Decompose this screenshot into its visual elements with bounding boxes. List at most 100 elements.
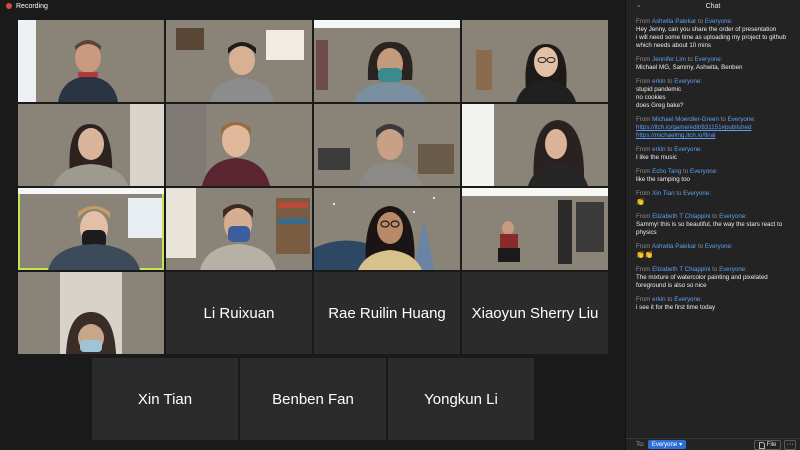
sender-name[interactable]: erkin <box>652 296 665 303</box>
participant-video <box>18 188 164 270</box>
chat-footer: To: Everyone ▾ File ··· <box>626 438 800 450</box>
video-tile[interactable] <box>166 104 312 186</box>
chat-message: From Michael Moerdler-Green to Everyone:… <box>636 116 796 140</box>
recipient-name: Everyone <box>704 243 731 250</box>
video-tile[interactable] <box>166 188 312 270</box>
participant-video <box>314 20 460 102</box>
recipient-name: Everyone <box>694 56 721 63</box>
sender-name[interactable]: Michael Moerdler-Green <box>652 116 719 123</box>
message-link[interactable]: https://michaelmg.itch.io/final <box>636 132 796 140</box>
chat-message: From erkin to Everyone: i see it for the… <box>636 296 796 312</box>
recipient-dropdown[interactable]: Everyone ▾ <box>648 440 686 449</box>
to-label: To: <box>636 441 645 448</box>
recipient-name: Everyone <box>704 18 731 25</box>
message-text: i will need some time as uploading my pr… <box>636 34 786 41</box>
message-text: Michael MG, Sammy, Ashwita, Benben <box>636 64 743 71</box>
recipient-name: Everyone <box>719 213 746 220</box>
chat-header: ⌄ Chat <box>626 0 800 12</box>
message-text: foreground is also so nice <box>636 282 707 289</box>
video-tile[interactable] <box>18 20 164 102</box>
recording-label: Recording <box>16 2 48 10</box>
participant-video <box>462 104 588 186</box>
chat-message: From Ashwita Palekar to Everyone: Hey Je… <box>636 18 796 50</box>
recording-indicator: Recording <box>6 0 48 12</box>
more-options-button[interactable]: ··· <box>784 440 796 450</box>
recording-dot-icon <box>6 3 12 9</box>
participant-name-tile[interactable]: Rae Ruilin Huang <box>314 272 460 354</box>
video-tile[interactable] <box>462 188 608 270</box>
video-tile[interactable] <box>314 20 460 102</box>
participant-name: Rae Ruilin Huang <box>328 304 446 322</box>
participant-name-tile[interactable]: Benben Fan <box>240 358 386 440</box>
chat-message: From erkin to Everyone: stupid pandemic … <box>636 78 796 110</box>
video-tile[interactable] <box>18 272 164 354</box>
message-text: stupid pandemic <box>636 86 682 93</box>
sender-name[interactable]: Xin Tian <box>652 190 674 197</box>
chat-message: From erkin to Everyone: I like the music <box>636 146 796 162</box>
chat-message: From Elizabeth T Chiappini to Everyone: … <box>636 266 796 290</box>
participant-name: Li Ruixuan <box>203 304 275 322</box>
participant-name-tile[interactable]: Xiaoyun Sherry Liu <box>462 272 608 354</box>
chevron-down-icon[interactable]: ⌄ <box>636 1 642 9</box>
chat-message: From Xin Tian to Everyone: 👏 <box>636 190 796 207</box>
chat-panel: ⌄ Chat From Ashwita Palekar to Everyone:… <box>625 0 800 450</box>
participant-name: Xin Tian <box>137 390 193 408</box>
clap-emoji-icon: 👏👏 <box>636 252 654 259</box>
message-text: no cookies <box>636 94 666 101</box>
chat-messages: From Ashwita Palekar to Everyone: Hey Je… <box>636 18 796 318</box>
sender-name[interactable]: Ashwita Palekar <box>652 243 696 250</box>
message-text: i see it for the first time today <box>636 304 716 311</box>
sender-name[interactable]: erkin <box>652 78 665 85</box>
sender-name[interactable]: erkin <box>652 146 665 153</box>
message-link[interactable]: https://itch.io/game/edit/831151#publish… <box>636 124 796 132</box>
video-tile[interactable] <box>18 104 164 186</box>
participant-video <box>176 28 304 102</box>
file-button[interactable]: File <box>754 440 781 450</box>
participant-name-tile[interactable]: Xin Tian <box>92 358 238 440</box>
message-text: The mixture of watercolor painting and p… <box>636 274 768 281</box>
video-tile[interactable] <box>314 104 460 186</box>
chat-message: From Jennifer Lim to Everyone: Michael M… <box>636 56 796 72</box>
participant-video <box>318 124 454 186</box>
video-tile[interactable] <box>462 104 608 186</box>
message-text: which needs about 10 mins <box>636 42 711 49</box>
video-tile[interactable] <box>462 20 608 102</box>
recipient-name: Everyone <box>719 266 746 273</box>
sender-name[interactable]: Elizabeth T Chiappini <box>652 213 710 220</box>
chat-title: Chat <box>705 2 721 10</box>
recipient-dropdown-label: Everyone <box>651 441 678 448</box>
participant-video <box>60 272 122 354</box>
participant-name-tile[interactable]: Yongkun Li <box>388 358 534 440</box>
participant-video <box>476 44 576 102</box>
sender-name[interactable]: Jennifer Lim <box>652 56 686 63</box>
participant-name-tile[interactable]: Li Ruixuan <box>166 272 312 354</box>
message-text: does Greg bake? <box>636 102 684 109</box>
participant-name: Benben Fan <box>272 390 354 408</box>
chat-message: From Ashwita Palekar to Everyone: 👏👏 <box>636 243 796 260</box>
video-tile[interactable] <box>166 20 312 102</box>
sender-name[interactable]: Echo Tang <box>652 168 681 175</box>
sender-name[interactable]: Ashwita Palekar <box>652 18 696 25</box>
video-tile[interactable] <box>314 188 460 270</box>
message-text: I like the music <box>636 154 677 161</box>
file-icon <box>758 441 765 449</box>
participant-name: Yongkun Li <box>424 390 498 408</box>
recipient-name: Everyone <box>674 146 701 153</box>
more-icon: ··· <box>786 441 794 448</box>
file-button-label: File <box>766 442 777 448</box>
message-text: physics <box>636 229 657 236</box>
recipient-name: Everyone <box>674 296 701 303</box>
participant-video <box>18 20 118 102</box>
clap-emoji-icon: 👏 <box>636 199 645 206</box>
participant-name: Xiaoyun Sherry Liu <box>471 304 599 322</box>
participant-video <box>314 197 435 270</box>
participant-video <box>166 104 270 186</box>
recipient-name: Everyone <box>683 190 710 197</box>
participant-video <box>54 104 164 186</box>
message-text: like the ramping too <box>636 176 690 183</box>
sender-name[interactable]: Elizabeth T Chiappini <box>652 266 710 273</box>
video-tile-active-speaker[interactable] <box>18 188 164 270</box>
chevron-down-icon: ▾ <box>679 442 683 448</box>
message-text: Sammy! this is so beautiful, the way the… <box>636 221 783 228</box>
message-text: Hey Jenny, can you share the order of pr… <box>636 26 777 33</box>
